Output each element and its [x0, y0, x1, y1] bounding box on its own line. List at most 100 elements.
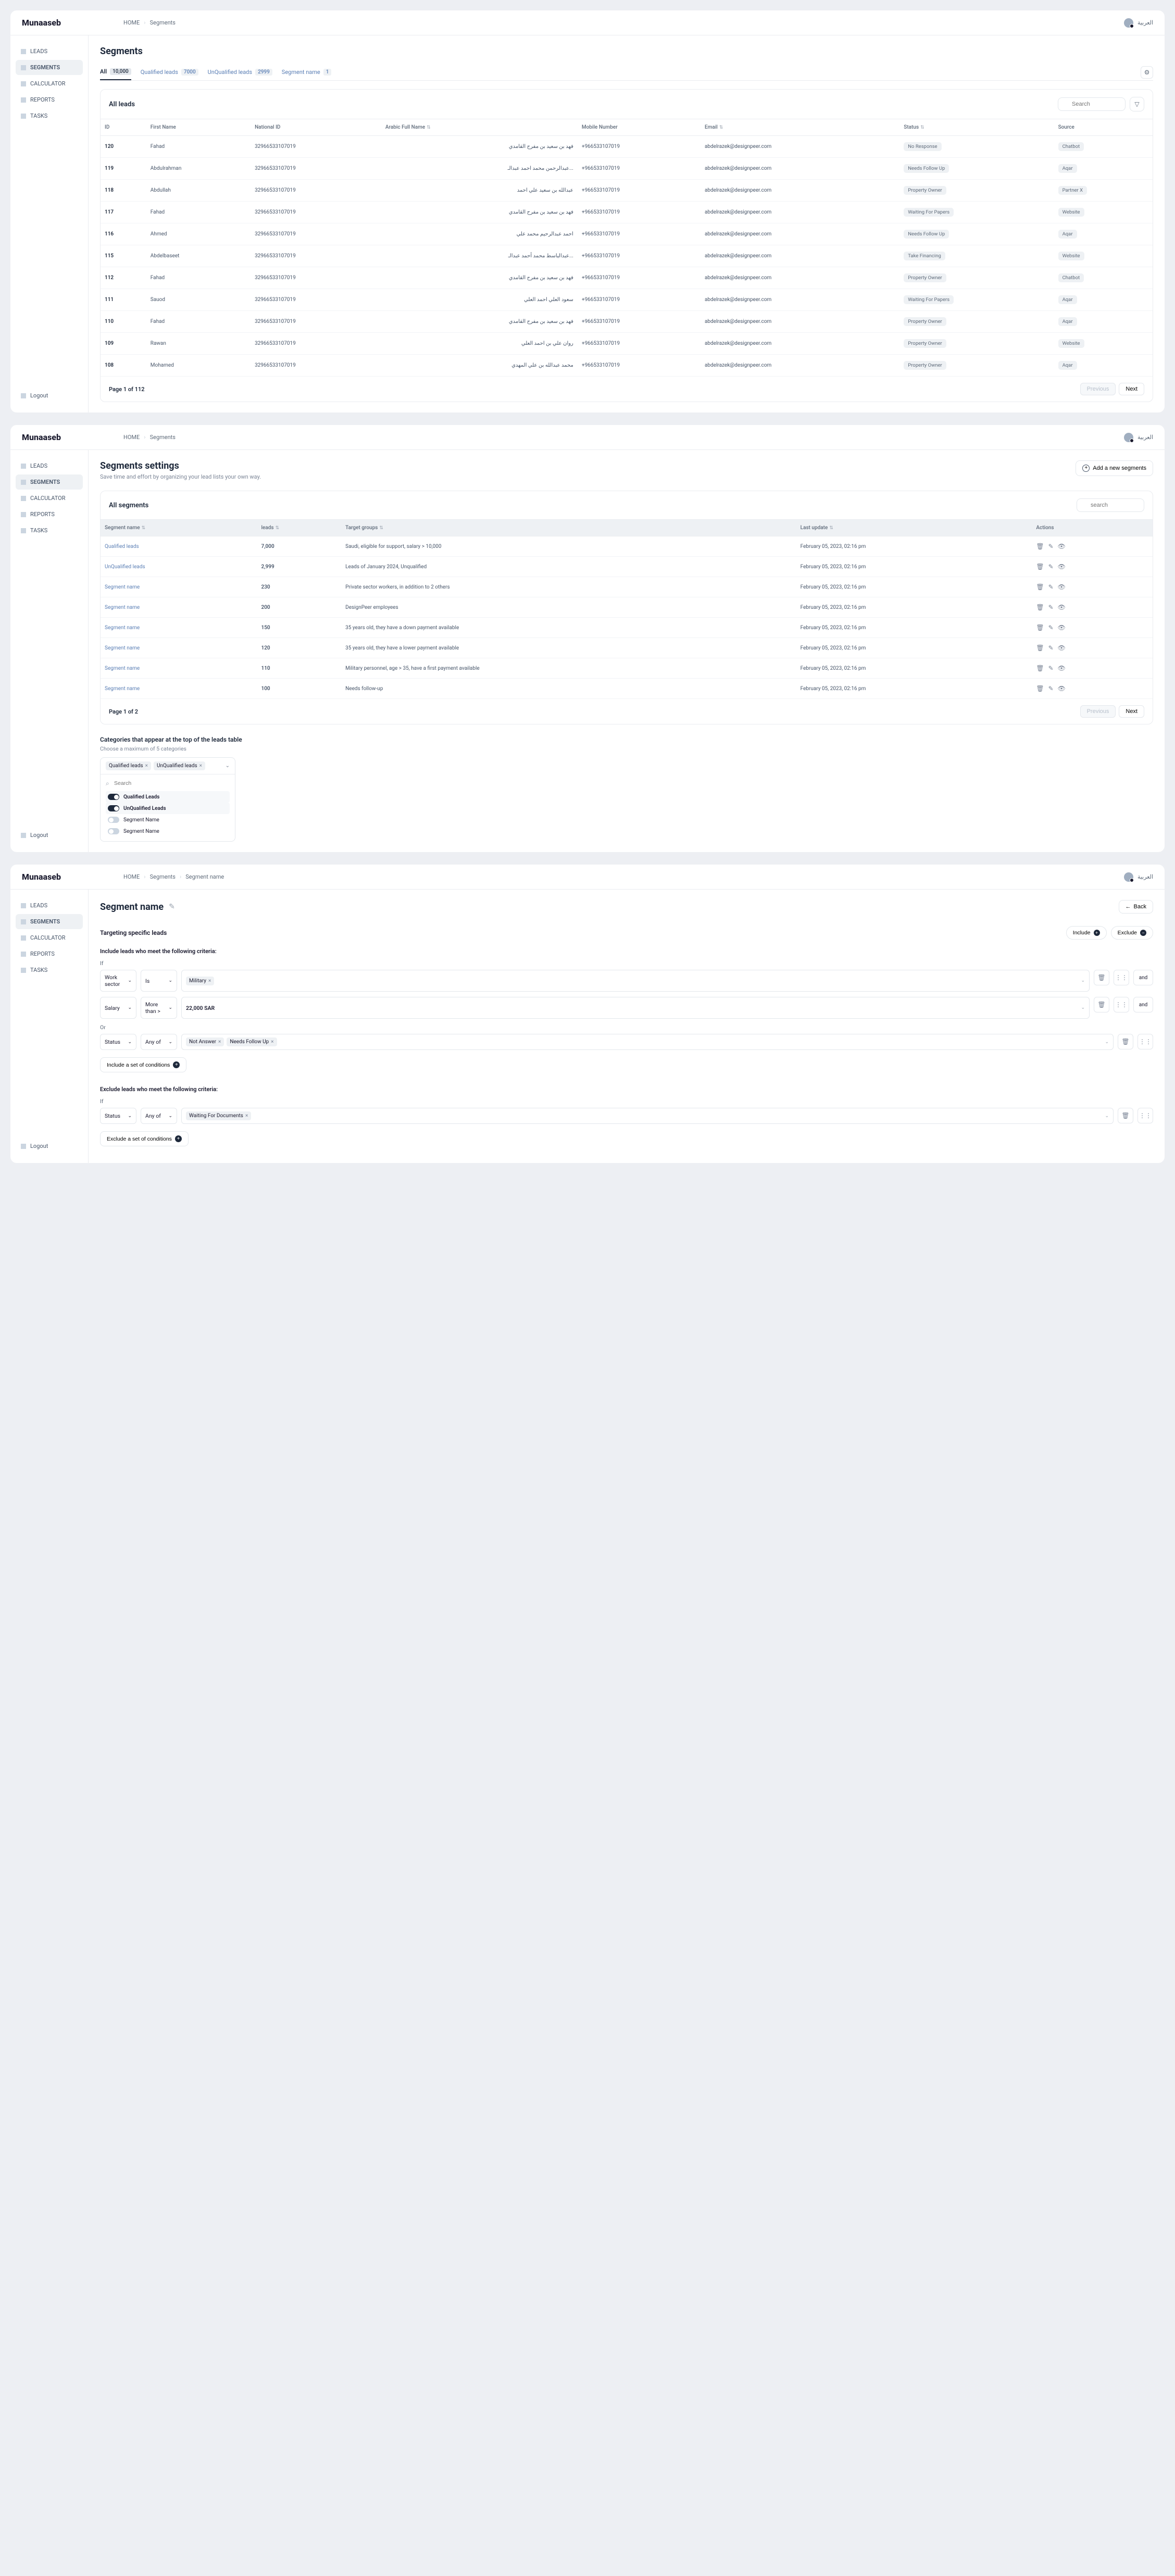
table-row[interactable]: 117Fahad32966533107019فهد بن سعيد بن مفر…: [101, 202, 1153, 223]
delete-icon[interactable]: 🗑: [1036, 563, 1044, 570]
view-icon[interactable]: 👁: [1058, 685, 1066, 692]
column-header[interactable]: Status⇅: [899, 119, 1054, 136]
next-button[interactable]: Next: [1119, 705, 1144, 718]
toggle[interactable]: [108, 794, 119, 800]
avatar[interactable]: [1124, 872, 1133, 882]
sidebar-item-tasks[interactable]: TASKS: [16, 962, 83, 978]
sidebar-item-calculator[interactable]: CALCULATOR: [16, 930, 83, 945]
tab[interactable]: UnQualified leads2999: [208, 65, 272, 80]
include-set-button[interactable]: Include a set of conditions+: [100, 1057, 186, 1072]
remove-icon[interactable]: ×: [245, 1113, 248, 1119]
tab[interactable]: Qualified leads7000: [141, 65, 198, 80]
view-icon[interactable]: 👁: [1058, 563, 1066, 570]
edit-icon[interactable]: ✎: [1048, 665, 1054, 672]
table-row[interactable]: 116Ahmed32966533107019احمد عبدالرحيم محم…: [101, 223, 1153, 245]
table-row[interactable]: Segment name200DesignPeer employeesFebru…: [101, 597, 1153, 618]
breadcrumb-item[interactable]: Segments: [150, 873, 176, 880]
multiselect-option[interactable]: UnQualified Leads: [106, 803, 230, 814]
table-row[interactable]: 120Fahad32966533107019فهد بن سعيد بن مفر…: [101, 136, 1153, 158]
value-input[interactable]: Not Answer ×Needs Follow Up ×⌄: [181, 1034, 1114, 1050]
add-segment-button[interactable]: +Add a new segments: [1076, 460, 1153, 476]
view-icon[interactable]: 👁: [1058, 543, 1066, 550]
breadcrumb-item[interactable]: HOME: [123, 873, 140, 880]
sidebar-item-tasks[interactable]: TASKS: [16, 523, 83, 538]
field-select[interactable]: Salary⌄: [100, 997, 136, 1019]
and-button[interactable]: and: [1133, 970, 1153, 985]
language-switch[interactable]: العربية: [1124, 872, 1153, 882]
operator-select[interactable]: More than >⌄: [141, 997, 177, 1019]
sidebar-item-reports[interactable]: REPORTS: [16, 507, 83, 522]
delete-icon[interactable]: 🗑: [1036, 644, 1044, 652]
multiselect-option[interactable]: Segment Name: [106, 826, 230, 837]
edit-icon[interactable]: ✎: [1048, 563, 1054, 570]
value-input[interactable]: 22,000 SAR⌄: [181, 997, 1090, 1019]
remove-icon[interactable]: ×: [145, 763, 148, 769]
logout-button[interactable]: Logout: [16, 1139, 83, 1154]
sidebar-item-segments[interactable]: SEGMENTS: [16, 474, 83, 490]
table-row[interactable]: 119Abdulrahman32966533107019...عبدالرحمن…: [101, 158, 1153, 180]
view-icon[interactable]: 👁: [1058, 665, 1066, 672]
multiselect-option[interactable]: Qualified Leads: [106, 791, 230, 803]
include-button[interactable]: Include+: [1066, 926, 1107, 940]
edit-icon[interactable]: ✎: [1048, 685, 1054, 692]
edit-icon[interactable]: ✎: [1048, 543, 1054, 550]
drag-handle-icon[interactable]: ⋮⋮: [1138, 1108, 1153, 1123]
column-header[interactable]: ID: [101, 119, 146, 136]
view-icon[interactable]: 👁: [1058, 644, 1066, 652]
operator-select[interactable]: Is⌄: [141, 970, 177, 992]
column-header[interactable]: Mobile Number: [578, 119, 701, 136]
column-header[interactable]: National ID: [251, 119, 381, 136]
table-row[interactable]: Segment name230Private sector workers, i…: [101, 577, 1153, 597]
edit-icon[interactable]: ✎: [1048, 604, 1054, 611]
and-button[interactable]: and: [1133, 997, 1153, 1012]
column-header[interactable]: Target groups⇅: [341, 520, 796, 536]
delete-rule-icon[interactable]: 🗑: [1094, 997, 1109, 1012]
tab[interactable]: Segment name1: [282, 65, 332, 80]
multiselect-search[interactable]: [106, 779, 230, 788]
delete-rule-icon[interactable]: 🗑: [1118, 1034, 1133, 1049]
sidebar-item-leads[interactable]: LEADS: [16, 44, 83, 59]
remove-icon[interactable]: ×: [208, 978, 211, 984]
delete-icon[interactable]: 🗑: [1036, 543, 1044, 550]
view-icon[interactable]: 👁: [1058, 624, 1066, 631]
delete-icon[interactable]: 🗑: [1036, 624, 1044, 631]
back-button[interactable]: ←Back: [1119, 900, 1153, 914]
exclude-button[interactable]: Exclude−: [1111, 926, 1153, 940]
sidebar-item-segments[interactable]: SEGMENTS: [16, 914, 83, 929]
edit-icon[interactable]: ✎: [1048, 644, 1054, 652]
edit-icon[interactable]: ✎: [1048, 624, 1054, 631]
column-header[interactable]: Last update⇅: [796, 520, 1032, 536]
remove-icon[interactable]: ×: [271, 1039, 273, 1045]
toggle[interactable]: [108, 828, 119, 834]
column-header[interactable]: Arabic Full Name⇅: [381, 119, 578, 136]
table-row[interactable]: 118Abdullah32966533107019عبدالله بن سعيد…: [101, 180, 1153, 202]
avatar[interactable]: [1124, 18, 1133, 28]
column-header[interactable]: Source: [1054, 119, 1153, 136]
search-input[interactable]: [1077, 498, 1144, 512]
sidebar-item-calculator[interactable]: CALCULATOR: [16, 76, 83, 91]
sidebar-item-segments[interactable]: SEGMENTS: [16, 60, 83, 75]
sidebar-item-leads[interactable]: LEADS: [16, 898, 83, 913]
column-header[interactable]: Segment name⇅: [101, 520, 257, 536]
table-row[interactable]: Segment name12035 years old, they have a…: [101, 638, 1153, 658]
drag-handle-icon[interactable]: ⋮⋮: [1138, 1034, 1153, 1049]
table-row[interactable]: 108Mohamed32966533107019محمد عبدالله بن …: [101, 355, 1153, 377]
category-multiselect[interactable]: Qualified leads ×UnQualified leads × ⌄ Q…: [100, 757, 235, 842]
table-row[interactable]: Segment name15035 years old, they have a…: [101, 618, 1153, 638]
sidebar-item-leads[interactable]: LEADS: [16, 458, 83, 473]
view-icon[interactable]: 👁: [1058, 583, 1066, 591]
delete-icon[interactable]: 🗑: [1036, 583, 1044, 591]
avatar[interactable]: [1124, 433, 1133, 442]
logout-button[interactable]: Logout: [16, 828, 83, 843]
breadcrumb-item[interactable]: HOME: [123, 19, 140, 26]
toggle[interactable]: [108, 817, 119, 823]
value-input[interactable]: Waiting For Documents ×⌄: [181, 1108, 1114, 1124]
operator-select[interactable]: Any of⌄: [141, 1034, 177, 1050]
table-row[interactable]: Qualified leads7,000Saudi, eligible for …: [101, 536, 1153, 557]
remove-icon[interactable]: ×: [218, 1039, 221, 1045]
field-select[interactable]: Status⌄: [100, 1108, 136, 1124]
sidebar-item-reports[interactable]: REPORTS: [16, 92, 83, 107]
previous-button[interactable]: Previous: [1080, 705, 1116, 718]
edit-icon[interactable]: ✎: [1048, 583, 1054, 591]
delete-rule-icon[interactable]: 🗑: [1118, 1108, 1133, 1123]
